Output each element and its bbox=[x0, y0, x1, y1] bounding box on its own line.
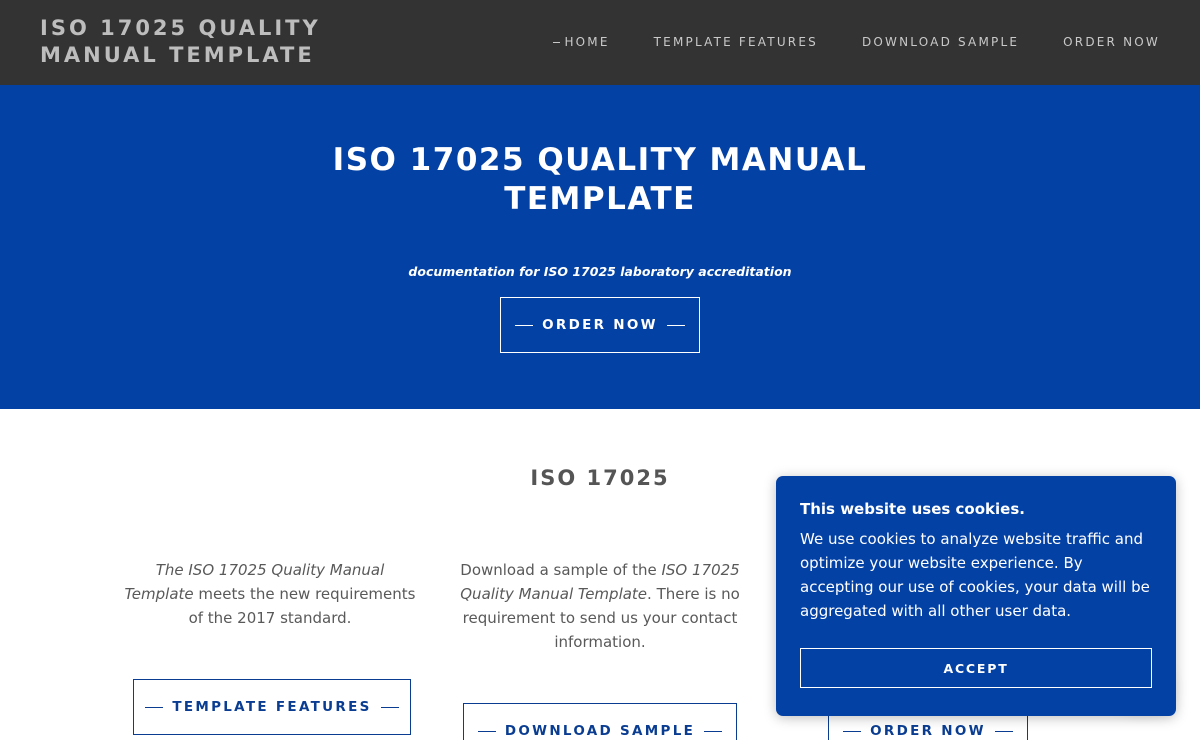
nav-download-sample[interactable]: DOWNLOAD SAMPLE bbox=[862, 34, 1019, 50]
hero-title: ISO 17025 QUALITY MANUAL TEMPLATE bbox=[332, 142, 868, 217]
dash-icon bbox=[477, 730, 496, 732]
cookie-banner: This website uses cookies. We use cookie… bbox=[776, 476, 1176, 716]
cookie-message: We use cookies to analyze website traffi… bbox=[800, 530, 1150, 620]
dash-icon bbox=[843, 730, 862, 732]
active-indicator-icon bbox=[553, 42, 561, 43]
template-features-button[interactable]: TEMPLATE FEATURES bbox=[133, 679, 411, 735]
site-brand[interactable]: ISO 17025 QUALITY MANUAL TEMPLATE bbox=[40, 15, 370, 69]
dash-icon bbox=[994, 730, 1013, 732]
hero-order-now-button[interactable]: ORDER NOW bbox=[500, 297, 700, 353]
cookie-title: This website uses cookies. bbox=[800, 500, 1025, 518]
dash-icon bbox=[515, 324, 534, 326]
nav-template-features[interactable]: TEMPLATE FEATURES bbox=[654, 34, 818, 50]
site-header: ISO 17025 QUALITY MANUAL TEMPLATE HOME T… bbox=[0, 0, 1200, 85]
download-sample-button[interactable]: DOWNLOAD SAMPLE bbox=[463, 703, 737, 740]
dash-icon bbox=[704, 730, 723, 732]
nav-order-now[interactable]: ORDER NOW bbox=[1063, 34, 1160, 50]
hero-section: ISO 17025 QUALITY MANUAL TEMPLATE docume… bbox=[0, 85, 1200, 409]
main-nav: HOME TEMPLATE FEATURES DOWNLOAD SAMPLE O… bbox=[509, 34, 1160, 50]
dash-icon bbox=[666, 324, 685, 326]
hero-subtitle: documentation for ISO 17025 laboratory a… bbox=[408, 264, 792, 279]
section-title: ISO 17025 bbox=[530, 466, 670, 490]
dash-icon bbox=[145, 706, 164, 708]
nav-home[interactable]: HOME bbox=[553, 34, 609, 50]
features-description: The ISO 17025 Quality Manual Template me… bbox=[124, 561, 416, 627]
accept-cookies-button[interactable]: ACCEPT bbox=[800, 648, 1152, 688]
sample-description: Download a sample of the ISO 17025 Quali… bbox=[460, 561, 740, 651]
dash-icon bbox=[380, 706, 399, 708]
